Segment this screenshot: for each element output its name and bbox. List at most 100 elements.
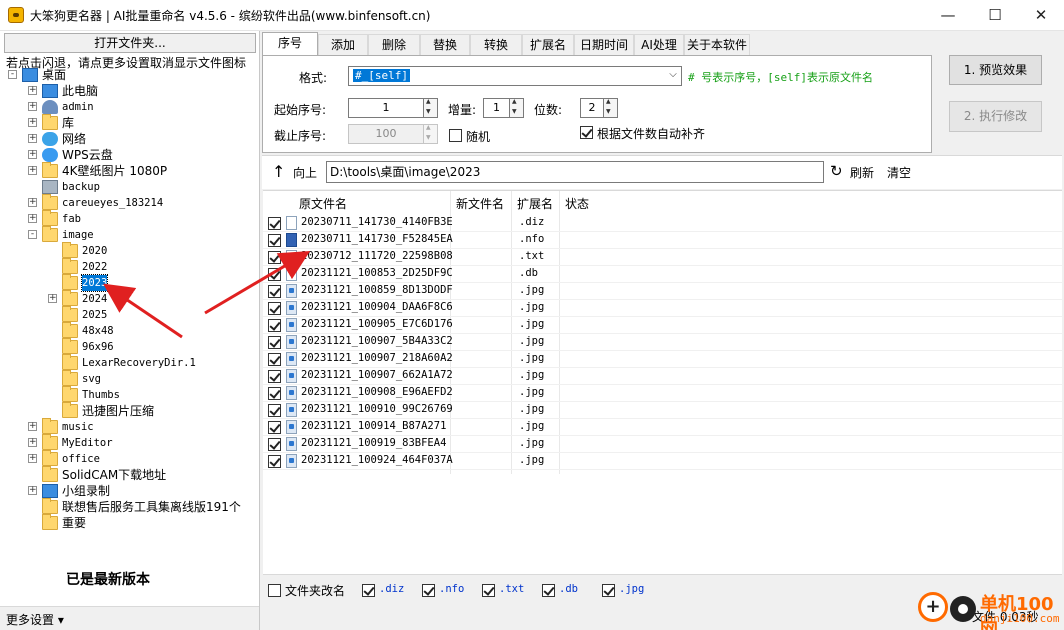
tree-item[interactable]: 重要: [0, 514, 258, 531]
file-checkbox[interactable]: [268, 370, 281, 383]
tree-item[interactable]: +4K壁纸图片 1080P: [0, 162, 258, 179]
tree-item[interactable]: + careueyes_183214: [0, 194, 258, 211]
tree-item[interactable]: Thumbs: [0, 386, 258, 403]
tree-item[interactable]: + 此电脑: [0, 83, 258, 99]
start-spinner-icon[interactable]: [424, 98, 438, 118]
maximize-icon[interactable]: ☐: [972, 0, 1018, 31]
tree-item[interactable]: +2024: [0, 290, 258, 307]
collapse-icon[interactable]: -: [8, 70, 17, 79]
close-icon[interactable]: ✕: [1018, 0, 1064, 31]
open-folder-button[interactable]: 打开文件夹...: [4, 33, 256, 53]
file-row[interactable]: 20231121_100907_218A60A2 .jpg: [263, 351, 1062, 368]
increment-input[interactable]: 1: [483, 98, 510, 118]
expand-icon[interactable]: +: [28, 166, 37, 175]
ext-filter-checkbox[interactable]: [482, 584, 495, 597]
file-list[interactable]: 原文件名 新文件名 扩展名 状态 20230711_141730_4140FB3…: [263, 190, 1062, 575]
file-checkbox[interactable]: [268, 268, 281, 281]
collapse-icon[interactable]: -: [28, 230, 37, 239]
tree-item[interactable]: + MyEditor: [0, 434, 258, 451]
tree-item[interactable]: LexarRecoveryDir.1: [0, 354, 258, 371]
file-checkbox[interactable]: [268, 353, 281, 366]
file-row[interactable]: 20231121_100908_E96AEFD2 .jpg: [263, 385, 1062, 402]
file-row[interactable]: 20231121_100914_B87A271 .jpg: [263, 419, 1062, 436]
tree-item[interactable]: 迅捷图片压缩: [0, 402, 258, 419]
file-row[interactable]: 20231121_100919_83BFEA4 .jpg: [263, 436, 1062, 453]
file-checkbox[interactable]: [268, 285, 281, 298]
expand-icon[interactable]: +: [28, 438, 37, 447]
tree-item[interactable]: + music: [0, 418, 258, 435]
file-checkbox[interactable]: [268, 421, 281, 434]
tree-item[interactable]: + 小组录制: [0, 483, 258, 499]
tab-7[interactable]: AI处理: [634, 34, 684, 56]
tree-item[interactable]: svg: [0, 370, 258, 387]
file-checkbox[interactable]: [268, 438, 281, 451]
digits-spinner-icon[interactable]: [604, 98, 618, 118]
arrow-up-icon[interactable]: ↑: [272, 162, 285, 181]
digits-input[interactable]: 2: [580, 98, 604, 118]
file-row[interactable]: 20230712_111720_22598B08 .txt: [263, 249, 1062, 266]
tree-item[interactable]: - image: [0, 226, 258, 243]
expand-icon[interactable]: +: [28, 214, 37, 223]
folder-tree[interactable]: - 桌面 + 此电脑 + admin + 库 + 网络 + WPS云盘 +4K壁纸图片 1080P bac…: [0, 67, 258, 567]
col-original-name[interactable]: 原文件名: [299, 195, 347, 212]
tree-item[interactable]: backup: [0, 179, 258, 195]
tab-4[interactable]: 转换: [470, 34, 522, 56]
expand-icon[interactable]: +: [28, 86, 37, 95]
folder-rename-checkbox[interactable]: [268, 584, 281, 597]
file-checkbox[interactable]: [268, 217, 281, 230]
end-spinner-icon[interactable]: [424, 124, 438, 144]
tree-item[interactable]: + admin: [0, 99, 258, 115]
tab-3[interactable]: 替换: [420, 34, 470, 56]
file-row[interactable]: 20231121_100907_5B4A33C2 .jpg: [263, 334, 1062, 351]
tree-item[interactable]: 2020: [0, 242, 258, 259]
tree-item[interactable]: 2022: [0, 258, 258, 275]
file-checkbox[interactable]: [268, 336, 281, 349]
ext-filter-checkbox[interactable]: [602, 584, 615, 597]
expand-icon[interactable]: +: [28, 422, 37, 431]
col-new-name[interactable]: 新文件名: [456, 195, 504, 212]
tab-2[interactable]: 删除: [368, 34, 420, 56]
tree-item[interactable]: SolidCAM下载地址: [0, 466, 258, 483]
file-checkbox[interactable]: [268, 387, 281, 400]
expand-icon[interactable]: +: [28, 118, 37, 127]
tab-5[interactable]: 扩展名: [522, 34, 574, 56]
tree-item[interactable]: 96x96: [0, 338, 258, 355]
execute-button[interactable]: 2. 执行修改: [949, 101, 1042, 132]
expand-icon[interactable]: +: [28, 486, 37, 495]
tree-item[interactable]: + WPS云盘: [0, 147, 258, 163]
file-row[interactable]: 20231121_100904_DAA6F8C6 .jpg: [263, 300, 1062, 317]
file-row[interactable]: 20231121_100905_E7C6D176 .jpg: [263, 317, 1062, 334]
file-row[interactable]: 20231121_100910_99C26769 .jpg: [263, 402, 1062, 419]
file-checkbox[interactable]: [268, 251, 281, 264]
file-checkbox[interactable]: [268, 404, 281, 417]
col-status[interactable]: 状态: [565, 195, 589, 212]
col-extension[interactable]: 扩展名: [517, 195, 553, 212]
preview-button[interactable]: 1. 预览效果: [949, 55, 1042, 85]
expand-icon[interactable]: +: [28, 198, 37, 207]
file-checkbox[interactable]: [268, 319, 281, 332]
tab-0[interactable]: 序号: [262, 32, 318, 56]
tree-item[interactable]: + 网络: [0, 131, 258, 147]
format-combo[interactable]: #_[self]: [348, 66, 682, 86]
start-input[interactable]: 1: [348, 98, 424, 118]
ext-filter-checkbox[interactable]: [362, 584, 375, 597]
ext-filter-checkbox[interactable]: [542, 584, 555, 597]
tree-item[interactable]: + 库: [0, 114, 258, 131]
file-row[interactable]: 20231121_100853_2D25DF9C .db: [263, 266, 1062, 283]
tab-1[interactable]: 添加: [318, 34, 368, 56]
file-row[interactable]: 20231121_100859_8D13DODF .jpg: [263, 283, 1062, 300]
expand-icon[interactable]: +: [28, 150, 37, 159]
file-row[interactable]: 20231121_100924_464F037A .jpg: [263, 453, 1062, 470]
ext-filter-checkbox[interactable]: [422, 584, 435, 597]
tree-item[interactable]: 48x48: [0, 322, 258, 339]
chevron-down-icon[interactable]: ⌵: [665, 66, 681, 86]
more-settings-button[interactable]: 更多设置 ▾: [0, 606, 259, 630]
random-checkbox[interactable]: [449, 129, 462, 142]
file-checkbox[interactable]: [268, 302, 281, 315]
tree-item[interactable]: 2023: [0, 274, 258, 292]
file-checkbox[interactable]: [268, 455, 281, 468]
file-row[interactable]: 20230711_141730_4140FB3E .diz: [263, 215, 1062, 232]
expand-icon[interactable]: +: [28, 454, 37, 463]
tree-item[interactable]: + fab: [0, 210, 258, 227]
tree-item[interactable]: 联想售后服务工具集离线版191个: [0, 498, 258, 515]
